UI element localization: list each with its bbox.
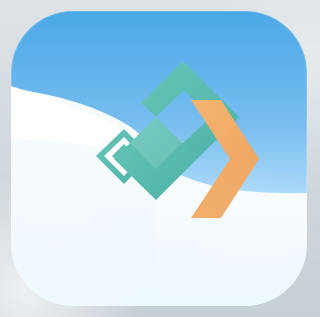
app-logo-icon <box>11 61 307 306</box>
app-icon[interactable] <box>11 11 307 306</box>
home-screen-background <box>0 0 320 317</box>
